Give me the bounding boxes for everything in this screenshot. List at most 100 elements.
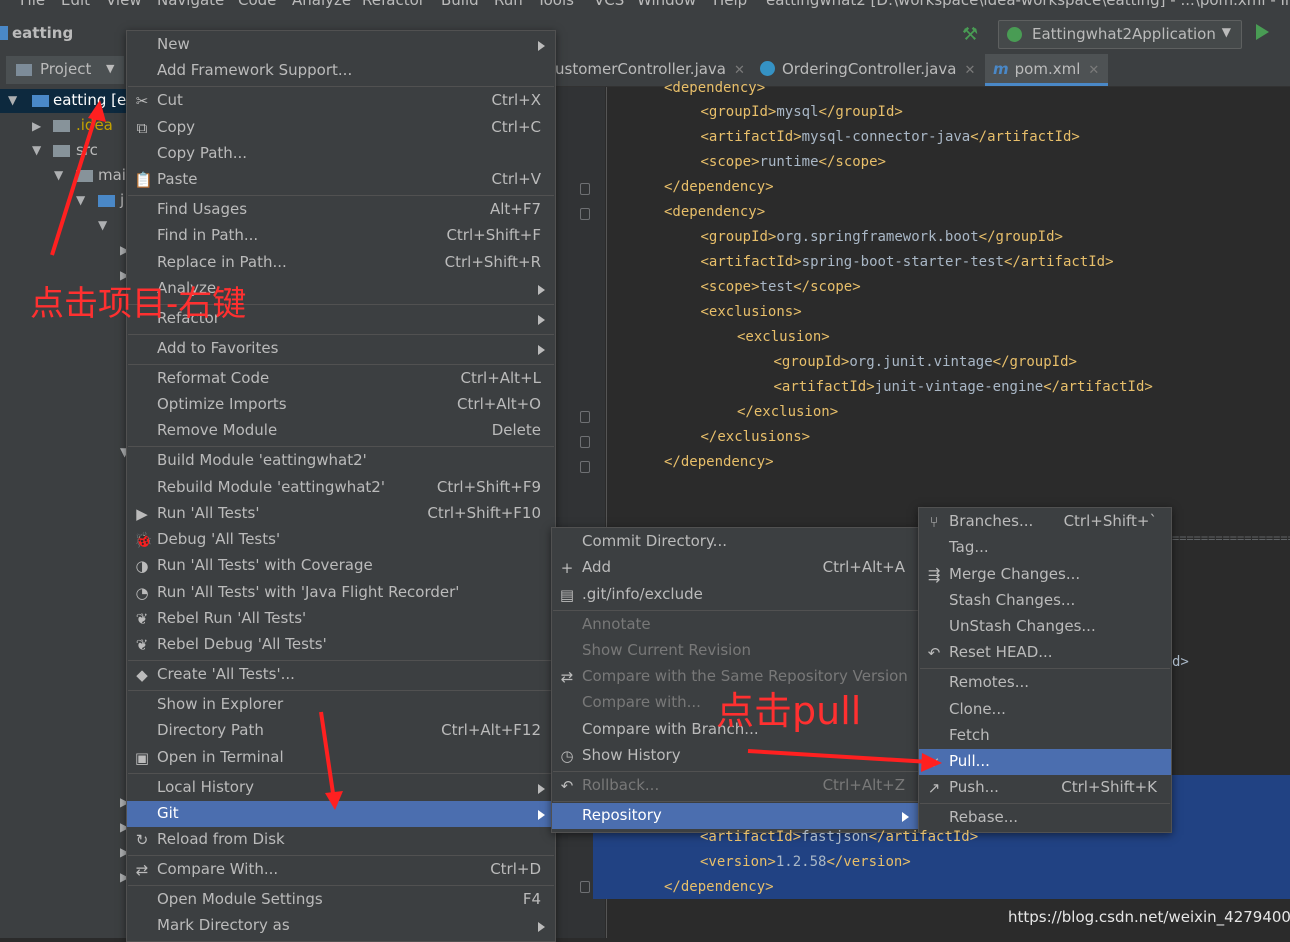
tree-item-src[interactable]: src: [76, 141, 98, 159]
collapsed-arrow-icon[interactable]: ▶: [32, 119, 41, 133]
tab-label: OrderingController.java: [782, 60, 957, 78]
context-menu-item-19[interactable]: ◑ Run 'All Tests' with Coverage: [127, 553, 555, 579]
git-menu-item-0[interactable]: Commit Directory...: [552, 529, 919, 555]
context-menu-item-7[interactable]: Find in Path... Ctrl+Shift+F: [127, 223, 555, 249]
menu-13[interactable]: eattingwhat2 [D:\workspace\idea-workspac…: [766, 0, 1290, 9]
menu-5[interactable]: Analyze: [292, 0, 351, 9]
tab-ordering-controller[interactable]: OrderingController.java ✕: [760, 60, 975, 78]
context-menu-item-2[interactable]: ✂ Cut Ctrl+X: [127, 88, 555, 114]
context-menu-item-4[interactable]: Copy Path...: [127, 141, 555, 167]
repo-menu-item-9[interactable]: ↙ Pull...: [919, 749, 1171, 775]
context-menu-item-23[interactable]: ◆ Create 'All Tests'...: [127, 662, 555, 688]
project-view-selector[interactable]: Project ▼: [6, 56, 124, 84]
context-menu-item-30[interactable]: ⇄ Compare With... Ctrl+D: [127, 857, 555, 883]
menu-6[interactable]: Refactor: [362, 0, 425, 9]
context-menu-item-0[interactable]: New: [127, 32, 555, 58]
context-menu-item-13[interactable]: Optimize Imports Ctrl+Alt+O: [127, 392, 555, 418]
context-menu-item-12[interactable]: Reformat Code Ctrl+Alt+L: [127, 366, 555, 392]
repo-menu-item-10[interactable]: ↗ Push... Ctrl+Shift+K: [919, 775, 1171, 801]
context-menu-item-20[interactable]: ◔ Run 'All Tests' with 'Java Flight Recor…: [127, 580, 555, 606]
context-menu-item-3[interactable]: ⧉ Copy Ctrl+C: [127, 115, 555, 141]
repo-menu-item-11[interactable]: Rebase...: [919, 805, 1171, 831]
submenu-arrow-icon: [538, 784, 545, 794]
expand-arrow-icon[interactable]: ▼: [8, 93, 17, 107]
repo-menu-item-1[interactable]: Tag...: [919, 535, 1171, 561]
menu-item-icon: ↙: [927, 753, 941, 771]
fold-icon[interactable]: [580, 881, 590, 893]
menu-7[interactable]: Build: [441, 0, 479, 9]
context-menu-item-24[interactable]: Show in Explorer: [127, 692, 555, 718]
fold-icon[interactable]: [580, 411, 590, 423]
expand-arrow-icon[interactable]: ▼: [32, 143, 41, 157]
context-menu-item-17[interactable]: ▶ Run 'All Tests' Ctrl+Shift+F10: [127, 501, 555, 527]
run-icon[interactable]: [1256, 24, 1269, 40]
code-line: <groupId>org.springframework.boot</group…: [700, 229, 1063, 245]
build-hammer-icon[interactable]: ⚒: [962, 24, 978, 45]
git-menu-item-8[interactable]: ◷ Show History: [552, 743, 919, 769]
repo-menu-item-5[interactable]: ↶ Reset HEAD...: [919, 640, 1171, 666]
context-menu-item-27[interactable]: Local History: [127, 775, 555, 801]
context-menu-item-15[interactable]: Build Module 'eattingwhat2': [127, 448, 555, 474]
context-menu-item-8[interactable]: Replace in Path... Ctrl+Shift+R: [127, 250, 555, 276]
breadcrumb[interactable]: eatting: [0, 24, 73, 42]
menu-11[interactable]: Window: [637, 0, 696, 9]
git-menu-item-10[interactable]: Repository: [552, 803, 919, 829]
menu-item-label: Build Module 'eattingwhat2': [157, 451, 367, 469]
menu-0[interactable]: File: [20, 0, 45, 9]
context-menu-item-31[interactable]: Open Module Settings F4: [127, 887, 555, 913]
context-menu-item-14[interactable]: Remove Module Delete: [127, 418, 555, 444]
menu-8[interactable]: Run: [494, 0, 523, 9]
menu-1[interactable]: Edit: [61, 0, 90, 9]
fold-icon[interactable]: [580, 461, 590, 473]
submenu-arrow-icon: [538, 810, 545, 820]
repo-menu-item-2[interactable]: ⇶ Merge Changes...: [919, 562, 1171, 588]
tree-item-root[interactable]: eatting [e: [53, 91, 126, 109]
context-menu-item-5[interactable]: 📋 Paste Ctrl+V: [127, 167, 555, 193]
context-menu-item-26[interactable]: ▣ Open in Terminal: [127, 745, 555, 771]
tab-customer-controller[interactable]: ustomerController.java ✕: [555, 60, 745, 78]
menu-item-label: Find in Path...: [157, 226, 259, 244]
close-icon[interactable]: ✕: [1088, 63, 1099, 78]
context-menu-item-1[interactable]: Add Framework Support...: [127, 58, 555, 84]
close-icon[interactable]: ✕: [964, 63, 975, 78]
repo-menu-item-0[interactable]: ⑂ Branches... Ctrl+Shift+`: [919, 509, 1171, 535]
menu-9[interactable]: Tools: [537, 0, 574, 9]
expand-arrow-icon[interactable]: ▼: [98, 218, 107, 232]
git-menu-item-2[interactable]: ▤ .git/info/exclude: [552, 582, 919, 608]
context-menu-item-21[interactable]: ❦ Rebel Run 'All Tests': [127, 606, 555, 632]
context-menu-item-6[interactable]: Find Usages Alt+F7: [127, 197, 555, 223]
code-line: <scope>runtime</scope>: [700, 154, 886, 170]
context-menu-item-16[interactable]: Rebuild Module 'eattingwhat2' Ctrl+Shift+…: [127, 475, 555, 501]
git-menu-item-1[interactable]: + Add Ctrl+Alt+A: [552, 555, 919, 581]
expand-arrow-icon[interactable]: ▼: [76, 193, 85, 207]
repo-menu-item-3[interactable]: Stash Changes...: [919, 588, 1171, 614]
menu-3[interactable]: Navigate: [157, 0, 224, 9]
context-menu-item-22[interactable]: ❦ Rebel Debug 'All Tests': [127, 632, 555, 658]
context-menu-item-32[interactable]: Mark Directory as: [127, 913, 555, 939]
fold-icon[interactable]: [580, 183, 590, 195]
context-menu-item-18[interactable]: 🐞 Debug 'All Tests': [127, 527, 555, 553]
close-icon[interactable]: ✕: [734, 63, 745, 78]
context-menu-item-11[interactable]: Add to Favorites: [127, 336, 555, 362]
menu-4[interactable]: Code: [238, 0, 276, 9]
fold-icon[interactable]: [580, 208, 590, 220]
tab-pom-xml[interactable]: m pom.xml ✕: [993, 60, 1099, 78]
menu-12[interactable]: Help: [713, 0, 747, 9]
menu-2[interactable]: View: [106, 0, 142, 9]
git-menu-item-4[interactable]: Show Current Revision: [552, 638, 919, 664]
context-menu-item-29[interactable]: ↻ Reload from Disk: [127, 827, 555, 853]
context-menu-item-28[interactable]: Git: [127, 801, 555, 827]
tree-item-idea[interactable]: .idea: [76, 116, 113, 134]
tree-item-java[interactable]: j: [120, 191, 124, 209]
repo-menu-item-7[interactable]: Clone...: [919, 697, 1171, 723]
git-menu-item-3[interactable]: Annotate: [552, 612, 919, 638]
repo-menu-item-6[interactable]: Remotes...: [919, 670, 1171, 696]
expand-arrow-icon[interactable]: ▼: [54, 168, 63, 182]
fold-icon[interactable]: [580, 436, 590, 448]
repo-menu-item-4[interactable]: UnStash Changes...: [919, 614, 1171, 640]
run-configuration-select[interactable]: Eattingwhat2Application ▼: [998, 20, 1242, 49]
repo-menu-item-8[interactable]: Fetch: [919, 723, 1171, 749]
context-menu-item-25[interactable]: Directory Path Ctrl+Alt+F12: [127, 718, 555, 744]
menu-10[interactable]: VCS: [594, 0, 624, 9]
git-menu-item-9[interactable]: ↶ Rollback... Ctrl+Alt+Z: [552, 773, 919, 799]
